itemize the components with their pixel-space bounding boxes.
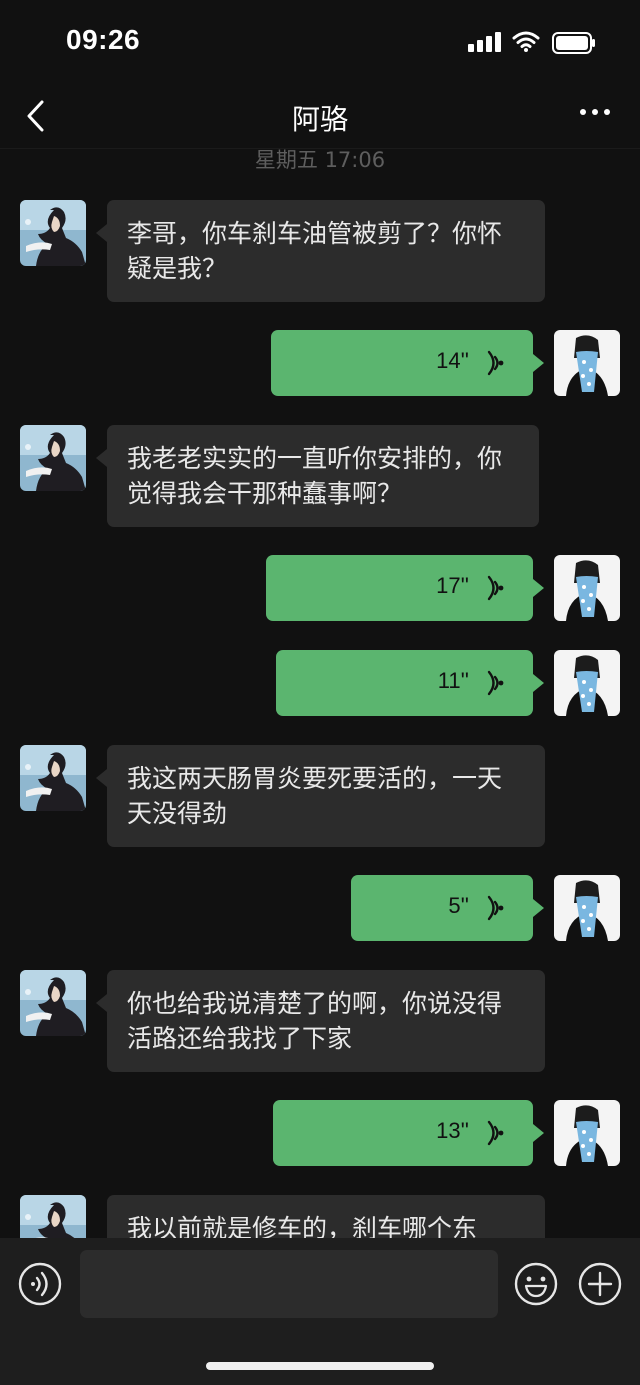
my-avatar[interactable] [554, 555, 620, 621]
contact-avatar[interactable] [20, 970, 86, 1036]
status-time: 09:26 [66, 24, 141, 55]
contact-avatar[interactable] [20, 200, 86, 266]
voice-wave-icon [483, 1120, 505, 1146]
outgoing-voice-bubble[interactable]: 5'' [351, 875, 544, 941]
incoming-text-bubble[interactable]: 我老老实实的一直听你安排的，你觉得我会干那种蠢事啊？ [96, 425, 539, 527]
my-avatar[interactable] [554, 330, 620, 396]
voice-duration: 13'' [436, 1118, 469, 1143]
voice-duration: 5'' [448, 893, 469, 918]
battery-icon [552, 32, 595, 54]
voice-duration: 17'' [436, 573, 469, 598]
contact-avatar[interactable] [20, 745, 86, 811]
incoming-text-bubble[interactable]: 我这两天肠胃炎要死要活的，一天天没得劲 [96, 745, 545, 847]
outgoing-voice-bubble[interactable]: 13'' [273, 1100, 544, 1166]
voice-wave-icon [483, 350, 505, 376]
voice-wave-icon [483, 670, 505, 696]
my-avatar[interactable] [554, 650, 620, 716]
chat-header: 阿骆 [0, 88, 640, 149]
contact-name: 阿骆 [291, 103, 348, 136]
input-bar [0, 1238, 640, 1385]
contact-avatar[interactable] [20, 425, 86, 491]
message-input[interactable] [80, 1250, 498, 1318]
outgoing-voice-bubble[interactable]: 11'' [276, 650, 544, 716]
wifi-icon [512, 31, 540, 52]
emoji-icon[interactable] [514, 1262, 558, 1306]
voice-input-toggle-icon[interactable] [18, 1262, 62, 1306]
message-list[interactable]: 星期五 17:06 李哥，你车刹车油管被剪了？你怀疑是我？ 14'' 我老老实实… [0, 148, 640, 1238]
outgoing-voice-bubble[interactable]: 17'' [266, 555, 544, 621]
incoming-text-bubble[interactable]: 你也给我说清楚了的啊，你说没得活路还给我找了下家 [96, 970, 545, 1072]
cellular-signal-icon [468, 32, 501, 52]
voice-duration: 14'' [436, 348, 469, 373]
my-avatar[interactable] [554, 1100, 620, 1166]
outgoing-voice-bubble[interactable]: 14'' [271, 330, 544, 396]
message-timestamp: 星期五 17:06 [254, 148, 386, 172]
my-avatar[interactable] [554, 875, 620, 941]
add-attachment-icon[interactable] [578, 1262, 622, 1306]
contact-avatar[interactable] [20, 1195, 86, 1238]
voice-wave-icon [483, 575, 505, 601]
voice-duration: 11'' [437, 668, 469, 693]
home-indicator [206, 1362, 434, 1370]
voice-wave-icon [483, 895, 505, 921]
incoming-text-bubble[interactable]: 李哥，你车刹车油管被剪了？你怀疑是我？ [96, 200, 545, 302]
status-bar: 09:26 [0, 0, 640, 88]
incoming-text-bubble[interactable]: 我以前就是修车的，刹车哪个东 [107, 1195, 545, 1238]
more-options-icon[interactable] [578, 102, 612, 122]
